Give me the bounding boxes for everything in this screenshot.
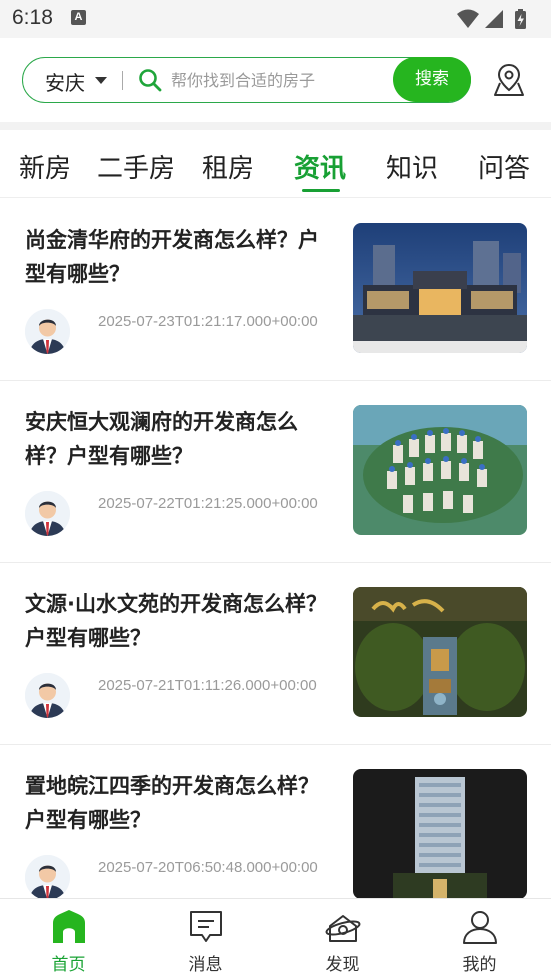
article-thumbnail[interactable] xyxy=(353,587,527,717)
nav-label: 我的 xyxy=(462,955,497,975)
article-thumbnail[interactable] xyxy=(353,223,527,353)
article-title[interactable]: 文源·山水文苑的开发商怎么样？户型有哪些？ xyxy=(25,587,330,655)
wifi-icon xyxy=(457,9,479,28)
article-date: 2025-07-22T01:21:25.000+00:00 xyxy=(98,495,318,512)
signal-icon xyxy=(485,10,503,28)
article-date: 2025-07-21T01:11:26.000+00:00 xyxy=(98,677,317,694)
tab-rental[interactable]: 租房 xyxy=(202,148,254,185)
message-icon xyxy=(189,911,222,942)
profile-icon xyxy=(462,911,497,944)
article-date: 2025-07-23T01:21:17.000+00:00 xyxy=(98,313,318,330)
article-title[interactable]: 安庆恒大观澜府的开发商怎么样？户型有哪些？ xyxy=(25,405,330,473)
search-icon xyxy=(139,69,162,92)
search-bar: 安庆 搜索 xyxy=(22,57,471,103)
category-tabs: 新房 二手房 租房 资讯 知识 问答 xyxy=(0,130,551,198)
nav-discover[interactable]: 发现 xyxy=(274,899,411,979)
active-tab-indicator xyxy=(302,189,340,192)
caret-down-icon[interactable] xyxy=(95,77,107,84)
discover-icon xyxy=(325,915,360,942)
header: 安庆 搜索 xyxy=(0,38,551,122)
tab-qa[interactable]: 问答 xyxy=(478,148,530,185)
author-avatar xyxy=(25,491,70,536)
nav-profile[interactable]: 我的 xyxy=(411,899,548,979)
tab-second-hand[interactable]: 二手房 xyxy=(97,148,175,185)
battery-icon xyxy=(515,9,526,29)
nav-messages[interactable]: 消息 xyxy=(137,899,274,979)
nav-label: 发现 xyxy=(325,955,360,975)
divider xyxy=(122,71,123,90)
map-location-icon[interactable] xyxy=(492,62,526,98)
author-avatar xyxy=(25,673,70,718)
article-list: 尚金清华府的开发商怎么样？户型有哪些？ 2025-07-23T01:21:17.… xyxy=(0,199,551,898)
article-item[interactable]: 安庆恒大观澜府的开发商怎么样？户型有哪些？ 2025-07-22T01:21:2… xyxy=(0,381,551,563)
article-date: 2025-07-20T06:50:48.000+00:00 xyxy=(98,859,318,876)
status-bar: 6:18 A xyxy=(0,0,551,38)
article-title[interactable]: 置地皖江四季的开发商怎么样？户型有哪些？ xyxy=(25,769,330,837)
article-item[interactable]: 文源·山水文苑的开发商怎么样？户型有哪些？ 2025-07-21T01:11:2… xyxy=(0,563,551,745)
author-avatar xyxy=(25,309,70,354)
home-icon xyxy=(52,910,85,943)
tab-new-homes[interactable]: 新房 xyxy=(19,148,71,185)
notification-icon: A xyxy=(71,10,86,25)
search-button[interactable]: 搜索 xyxy=(393,57,471,102)
section-divider xyxy=(0,122,551,130)
bottom-nav: 首页 消息 发现 我的 xyxy=(0,898,551,979)
author-avatar xyxy=(25,855,70,898)
article-thumbnail[interactable] xyxy=(353,405,527,535)
city-selector[interactable]: 安庆 xyxy=(45,67,85,96)
article-item[interactable]: 置地皖江四季的开发商怎么样？户型有哪些？ 2025-07-20T06:50:48… xyxy=(0,745,551,898)
nav-label: 首页 xyxy=(51,955,86,975)
system-status-icons xyxy=(457,9,526,29)
status-time: 6:18 xyxy=(12,6,53,29)
search-input[interactable] xyxy=(171,66,391,94)
article-title[interactable]: 尚金清华府的开发商怎么样？户型有哪些？ xyxy=(25,223,330,291)
nav-label: 消息 xyxy=(188,955,223,975)
tab-news[interactable]: 资讯 xyxy=(294,148,346,185)
article-thumbnail[interactable] xyxy=(353,769,527,898)
tab-knowledge[interactable]: 知识 xyxy=(386,148,438,185)
article-item[interactable]: 尚金清华府的开发商怎么样？户型有哪些？ 2025-07-23T01:21:17.… xyxy=(0,199,551,381)
nav-home[interactable]: 首页 xyxy=(0,899,137,979)
